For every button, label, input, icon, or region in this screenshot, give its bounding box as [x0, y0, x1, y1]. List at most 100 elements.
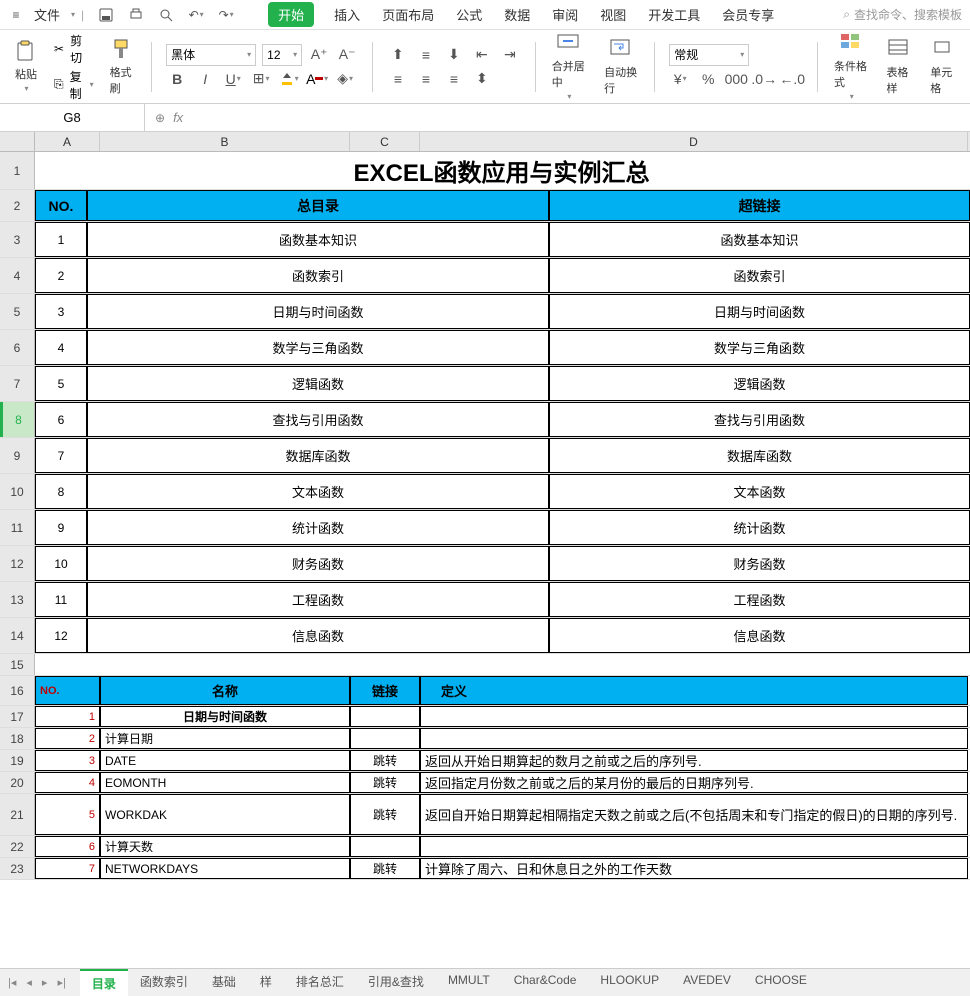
cell-name[interactable]: 计算日期	[100, 728, 350, 749]
copy-button[interactable]: ⎘复制▾	[54, 68, 94, 102]
currency-icon[interactable]: ¥▾	[669, 68, 691, 90]
sheet-tab[interactable]: 排名总汇	[284, 969, 356, 996]
sheet-tab[interactable]: 函数索引	[128, 969, 200, 996]
cell-name[interactable]: 计算天数	[100, 836, 350, 857]
hamburger-icon[interactable]: ≡	[8, 7, 24, 23]
undo-icon[interactable]: ↶▾	[188, 7, 204, 23]
cell-toc[interactable]: 查找与引用函数	[87, 402, 549, 437]
row-header[interactable]: 19	[0, 750, 35, 771]
sheet-tab[interactable]: Char&Code	[502, 969, 589, 996]
cell-no[interactable]: 8	[35, 474, 87, 509]
file-menu[interactable]: 文件	[28, 5, 66, 24]
cell-no2[interactable]: 3	[35, 750, 100, 771]
cell-name[interactable]: EOMONTH	[100, 772, 350, 793]
cell-no[interactable]: 9	[35, 510, 87, 545]
cell-style-button[interactable]: 单元格	[924, 34, 962, 100]
tab-page-layout[interactable]: 页面布局	[380, 1, 436, 28]
cell-no2[interactable]: 4	[35, 772, 100, 793]
cell-def[interactable]	[420, 728, 968, 749]
cell-toc[interactable]: 数据库函数	[87, 438, 549, 473]
italic-icon[interactable]: I	[194, 68, 216, 90]
cell-no[interactable]: 3	[35, 294, 87, 329]
cell-toc[interactable]: 逻辑函数	[87, 366, 549, 401]
cell-def[interactable]: 计算除了周六、日和休息日之外的工作天数	[420, 858, 968, 879]
cell-toc[interactable]: 信息函数	[87, 618, 549, 653]
bold-icon[interactable]: B	[166, 68, 188, 90]
col-header-d[interactable]: D	[420, 132, 968, 151]
cell-no2[interactable]: 1	[35, 706, 100, 727]
sheet-tab[interactable]: 样	[248, 969, 284, 996]
cell-link[interactable]: 查找与引用函数	[549, 402, 970, 437]
cell-reference-input[interactable]: G8	[0, 104, 145, 131]
row-header[interactable]: 11	[0, 510, 35, 545]
cell-no[interactable]: 1	[35, 222, 87, 257]
sheet-tab[interactable]: AVEDEV	[671, 969, 743, 996]
cell-no2[interactable]: 5	[35, 794, 100, 835]
border-icon[interactable]: ⊞▾	[250, 68, 272, 90]
cell-link[interactable]: 函数基本知识	[549, 222, 970, 257]
align-left-icon[interactable]: ≡	[387, 68, 409, 90]
col-link-header[interactable]: 超链接	[549, 190, 970, 221]
row-header[interactable]: 7	[0, 366, 35, 401]
cell-link2[interactable]: 跳转	[350, 858, 420, 879]
row-header[interactable]: 17	[0, 706, 35, 727]
tab-data[interactable]: 数据	[502, 1, 532, 28]
cell-name[interactable]: DATE	[100, 750, 350, 771]
cell-toc[interactable]: 函数基本知识	[87, 222, 549, 257]
col-link-header2[interactable]: 链接	[350, 676, 420, 705]
cell-toc[interactable]: 函数索引	[87, 258, 549, 293]
fill-color-icon[interactable]: ▾	[278, 68, 300, 90]
cell-link[interactable]: 数学与三角函数	[549, 330, 970, 365]
row-header[interactable]: 4	[0, 258, 35, 293]
print-icon[interactable]	[128, 7, 144, 23]
row-header[interactable]: 2	[0, 190, 35, 221]
row-header[interactable]: 1	[0, 152, 35, 189]
cell-link2[interactable]	[350, 728, 420, 749]
row-header[interactable]: 18	[0, 728, 35, 749]
row-header[interactable]: 23	[0, 858, 35, 879]
tab-review[interactable]: 审阅	[550, 1, 580, 28]
increase-decimal-icon[interactable]: .0→	[753, 68, 775, 90]
cond-format-button[interactable]: 条件格式▾	[828, 28, 874, 105]
cell-toc[interactable]: 统计函数	[87, 510, 549, 545]
file-dropdown-icon[interactable]: ▾	[71, 10, 75, 19]
cell-link[interactable]: 信息函数	[549, 618, 970, 653]
cell-no[interactable]: 10	[35, 546, 87, 581]
table-style-button[interactable]: 表格样	[880, 34, 918, 100]
row-header[interactable]: 6	[0, 330, 35, 365]
indent-decrease-icon[interactable]: ⇤	[471, 44, 493, 66]
redo-icon[interactable]: ↷▾	[218, 7, 234, 23]
cell-no[interactable]: 6	[35, 402, 87, 437]
cell-def[interactable]: 返回指定月份数之前或之后的某月份的最后的日期序列号.	[420, 772, 968, 793]
paste-button[interactable]: 粘贴▾	[8, 36, 44, 97]
col-header-c[interactable]: C	[350, 132, 420, 151]
sheet-tab[interactable]: MMULT	[436, 969, 502, 996]
search-box[interactable]: ⌕ 查找命令、搜索模板	[843, 6, 962, 23]
tab-view[interactable]: 视图	[598, 1, 628, 28]
zoom-icon[interactable]: ⊕	[155, 111, 165, 125]
sheet-tab[interactable]: 基础	[200, 969, 248, 996]
cell-name[interactable]: 日期与时间函数	[100, 706, 350, 727]
empty-cell[interactable]	[35, 654, 968, 675]
cell-name[interactable]: WORKDAK	[100, 794, 350, 835]
cell-no[interactable]: 12	[35, 618, 87, 653]
cell-no2[interactable]: 6	[35, 836, 100, 857]
row-header[interactable]: 13	[0, 582, 35, 617]
cut-button[interactable]: ✂剪切	[54, 32, 94, 66]
decrease-decimal-icon[interactable]: ←.0	[781, 68, 803, 90]
cell-link[interactable]: 统计函数	[549, 510, 970, 545]
cell-link2[interactable]	[350, 836, 420, 857]
sheet-title[interactable]: EXCEL函数应用与实例汇总	[35, 152, 968, 189]
col-header-b[interactable]: B	[100, 132, 350, 151]
row-header[interactable]: 9	[0, 438, 35, 473]
tab-next-icon[interactable]: ▸	[40, 976, 50, 989]
tab-last-icon[interactable]: ▸|	[55, 976, 67, 989]
increase-font-icon[interactable]: A⁺	[308, 44, 330, 66]
cell-def[interactable]	[420, 706, 968, 727]
sheet-tab[interactable]: CHOOSE	[743, 969, 819, 996]
comma-icon[interactable]: 000	[725, 68, 747, 90]
tab-dev-tools[interactable]: 开发工具	[646, 1, 702, 28]
font-color-icon[interactable]: A▾	[306, 68, 328, 90]
align-right-icon[interactable]: ≡	[443, 68, 465, 90]
col-name-header2[interactable]: 名称	[100, 676, 350, 705]
